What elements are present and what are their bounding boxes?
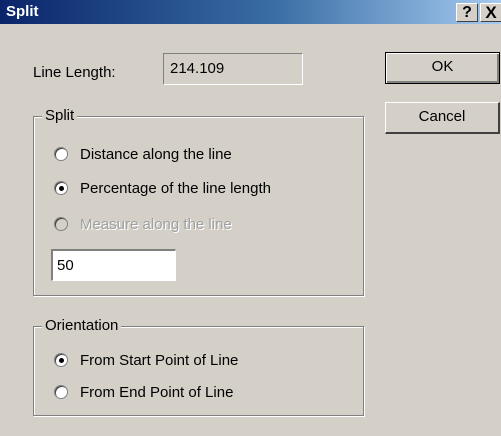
radio-label: Percentage of the line length — [80, 180, 271, 197]
radio-button-selected[interactable] — [54, 181, 68, 195]
radio-button-selected[interactable] — [54, 353, 68, 367]
radio-dot-icon — [59, 186, 64, 191]
radio-label: Measure along the line — [80, 216, 232, 233]
close-button[interactable]: X — [480, 3, 501, 22]
radio-label: From End Point of Line — [80, 384, 234, 401]
line-length-value: 214.109 — [163, 53, 303, 85]
radio-dot-icon — [59, 358, 64, 363]
radio-label: From Start Point of Line — [80, 352, 239, 369]
help-button[interactable]: ? — [456, 3, 478, 22]
ok-button[interactable]: OK — [385, 52, 500, 84]
radio-label: Distance along the line — [80, 146, 232, 163]
split-value-input[interactable]: 50 — [51, 249, 176, 281]
radio-button-disabled — [54, 217, 68, 231]
orientation-groupbox: Orientation — [33, 317, 364, 416]
radio-button[interactable] — [54, 385, 68, 399]
split-group-title: Split — [42, 107, 78, 124]
line-length-label: Line Length: — [33, 64, 116, 81]
split-dialog: Split ? X Line Length: 214.109 OK Cancel… — [0, 0, 501, 436]
title-bar: Split ? X — [0, 0, 501, 24]
radio-button[interactable] — [54, 147, 68, 161]
orientation-group-title: Orientation — [42, 317, 122, 334]
cancel-button[interactable]: Cancel — [385, 102, 500, 134]
dialog-title: Split — [6, 3, 39, 20]
